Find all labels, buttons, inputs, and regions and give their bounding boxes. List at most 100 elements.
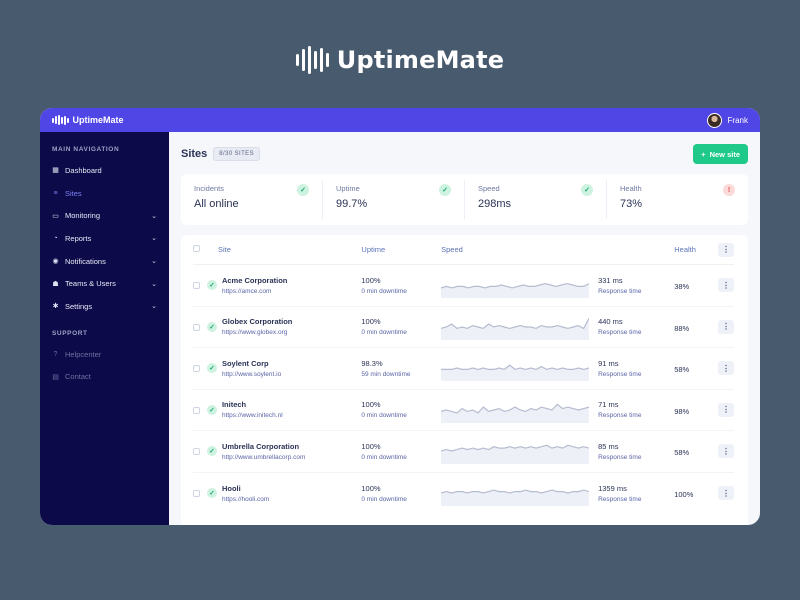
- uptime-value: 100%: [361, 441, 381, 451]
- table-row[interactable]: ✓ Soylent Corp http://www.soylent.io 98.…: [193, 348, 734, 390]
- row-menu-button[interactable]: ⋮: [718, 361, 734, 376]
- check-icon: ✓: [581, 184, 593, 196]
- downtime-value: 0 min downtime: [361, 412, 407, 420]
- speed-caption: Response time: [598, 370, 642, 378]
- sites-count-badge: 8/30 SITES: [213, 147, 260, 161]
- stat-label: Health: [620, 184, 642, 193]
- check-icon: ✓: [206, 280, 217, 291]
- site-url[interactable]: https://hooli.com: [222, 496, 269, 503]
- users-icon: ☗: [52, 280, 59, 288]
- stat-health: Health 73% !: [606, 180, 748, 219]
- page-title: Sites: [181, 148, 208, 160]
- table-row[interactable]: ✓ Hooli https://hooli.com 100% 0 min dow…: [193, 473, 734, 515]
- topbar-logo[interactable]: UptimeMate: [52, 115, 124, 125]
- speed-value: 71 ms: [598, 400, 619, 410]
- sidebar-item-notifications[interactable]: ◉ Notifications ⌄: [40, 250, 169, 273]
- stat-label: Incidents: [194, 184, 225, 193]
- site-name[interactable]: Globex Corporation: [222, 317, 292, 326]
- sparkline-line: [441, 317, 590, 329]
- row-checkbox[interactable]: [193, 282, 200, 290]
- site-url[interactable]: http://www.soylent.io: [222, 371, 281, 378]
- table-row[interactable]: ✓ Globex Corporation https://www.globex.…: [193, 307, 734, 348]
- table-header: Site Uptime Speed Health ⋮: [193, 235, 734, 265]
- check-icon: ✓: [206, 404, 217, 415]
- select-all-checkbox[interactable]: [193, 245, 200, 252]
- column-site[interactable]: Site: [207, 245, 361, 254]
- top-bar: UptimeMate Frank: [40, 108, 760, 132]
- site-url[interactable]: https://www.initech.nl: [222, 412, 283, 419]
- row-checkbox[interactable]: [193, 323, 200, 331]
- sidebar-item-label: Helpcenter: [65, 349, 102, 359]
- sidebar-section-main: MAIN NAVIGATION: [52, 146, 120, 153]
- check-icon: ✓: [206, 446, 217, 457]
- help-icon: ?: [53, 350, 58, 358]
- speed-value: 440 ms: [598, 317, 623, 327]
- row-checkbox[interactable]: [193, 490, 200, 498]
- sidebar-item-label: Dashboard: [65, 165, 102, 175]
- avatar[interactable]: [706, 112, 722, 128]
- health-value: 88%: [674, 323, 690, 333]
- row-menu-button[interactable]: ⋮: [718, 402, 734, 417]
- sidebar-item-helpcenter[interactable]: ? Helpcenter: [40, 343, 169, 366]
- columns-menu-button[interactable]: ⋮: [718, 242, 734, 257]
- sidebar-section-support: SUPPORT: [52, 329, 88, 337]
- table-row[interactable]: ✓ Acme Corporation https://amce.com 100%…: [193, 265, 734, 307]
- uptime-value: 100%: [361, 400, 381, 410]
- speed-value: 331 ms: [598, 275, 623, 285]
- sidebar-item-sites[interactable]: ≡ Sites: [40, 182, 169, 205]
- site-name[interactable]: Soylent Corp: [222, 359, 281, 368]
- column-speed[interactable]: Speed: [441, 245, 674, 254]
- brand-logo-icon: [295, 46, 329, 74]
- speed-sparkline: [441, 444, 590, 465]
- row-menu-button[interactable]: ⋮: [718, 278, 734, 293]
- speed-caption: Response time: [598, 495, 642, 503]
- health-value: 98%: [674, 406, 690, 416]
- pie-icon: ◔: [53, 234, 58, 242]
- stat-value: All online: [194, 198, 239, 210]
- site-name[interactable]: Hooli: [222, 484, 269, 493]
- row-menu-button[interactable]: ⋮: [718, 486, 734, 501]
- row-checkbox[interactable]: [193, 365, 200, 373]
- sidebar-item-settings[interactable]: ✱ Settings ⌄: [40, 295, 169, 318]
- new-site-label: New site: [709, 149, 740, 159]
- sparkline-area: [441, 318, 590, 340]
- row-menu-button[interactable]: ⋮: [718, 444, 734, 459]
- column-uptime[interactable]: Uptime: [361, 245, 441, 254]
- stat-label: Speed: [478, 184, 500, 193]
- sidebar-item-label: Monitoring: [65, 211, 101, 221]
- sidebar-item-contact[interactable]: ▤ Contact: [40, 366, 169, 389]
- brand-header: UptimeMate: [0, 46, 800, 74]
- row-checkbox[interactable]: [193, 406, 200, 414]
- table-row[interactable]: ✓ Umbrella Corporation http://www.umbrel…: [193, 431, 734, 473]
- row-checkbox[interactable]: [193, 448, 200, 456]
- sidebar-item-label: Sites: [65, 188, 82, 198]
- health-value: 58%: [674, 448, 690, 458]
- stat-label: Uptime: [336, 184, 360, 193]
- site-url[interactable]: http://www.umbrellacorp.com: [222, 454, 305, 461]
- site-url[interactable]: https://www.globex.org: [222, 329, 292, 336]
- stat-uptime: Uptime 99.7% ✓: [322, 180, 464, 219]
- sidebar: MAIN NAVIGATION ▦ Dashboard ≡ Sites ▭ Moni…: [40, 132, 169, 525]
- stack-icon: ≡: [53, 189, 58, 197]
- site-url[interactable]: https://amce.com: [222, 288, 287, 295]
- sparkline-line: [441, 364, 590, 371]
- stat-value: 298ms: [478, 198, 512, 210]
- site-name[interactable]: Umbrella Corporation: [222, 442, 305, 451]
- page-header: Sites 8/30 SITES + New site: [181, 144, 748, 164]
- speed-caption: Response time: [598, 412, 642, 420]
- sidebar-item-reports[interactable]: ◔ Reports ⌄: [40, 227, 169, 250]
- sidebar-item-label: Contact: [65, 372, 91, 382]
- sparkline-area: [441, 283, 590, 299]
- uptime-value: 100%: [361, 275, 381, 285]
- row-menu-button[interactable]: ⋮: [718, 319, 734, 334]
- new-site-button[interactable]: + New site: [693, 144, 748, 164]
- sidebar-item-monitoring[interactable]: ▭ Monitoring ⌄: [40, 204, 169, 227]
- sites-table: Site Uptime Speed Health ⋮ ✓ Acme Corpor…: [181, 235, 748, 525]
- site-name[interactable]: Initech: [222, 400, 283, 409]
- column-health[interactable]: Health: [674, 245, 714, 254]
- sidebar-item-dashboard[interactable]: ▦ Dashboard: [40, 159, 169, 182]
- user-menu[interactable]: Frank: [706, 112, 748, 128]
- sidebar-item-teams-users[interactable]: ☗ Teams & Users ⌄: [40, 272, 169, 295]
- table-row[interactable]: ✓ Initech https://www.initech.nl 100% 0 …: [193, 390, 734, 431]
- site-name[interactable]: Acme Corporation: [222, 276, 287, 285]
